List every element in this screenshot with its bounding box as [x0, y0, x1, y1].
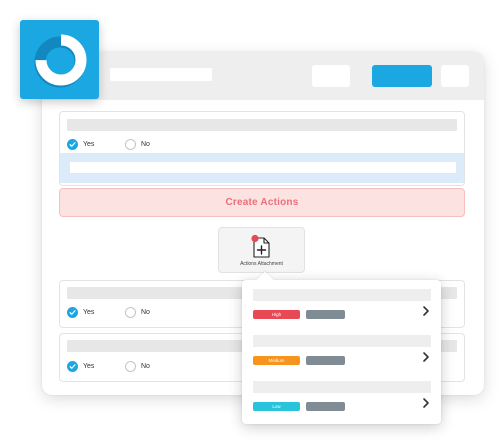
- action-title-placeholder: [253, 289, 431, 301]
- radio-no[interactable]: [125, 307, 136, 318]
- attachment-label: Actions Attachment: [240, 261, 283, 267]
- answer-yes-option[interactable]: Yes: [67, 361, 94, 372]
- actions-attachment-tile[interactable]: Actions Attachment: [218, 227, 305, 273]
- yes-label: Yes: [83, 141, 95, 148]
- top-toolbar: [42, 52, 484, 100]
- check-icon: [69, 310, 76, 315]
- priority-badge-high: High: [253, 310, 300, 319]
- no-label: No: [141, 309, 150, 316]
- title-placeholder: [110, 68, 212, 81]
- priority-badge-medium: Medium: [253, 356, 300, 365]
- question-text-placeholder: [67, 119, 457, 131]
- assignee-tag: [306, 356, 345, 365]
- radio-no[interactable]: [125, 361, 136, 372]
- file-add-icon: [251, 234, 270, 258]
- check-icon: [69, 364, 76, 369]
- chevron-right-icon[interactable]: [422, 305, 430, 317]
- create-actions-button[interactable]: Create Actions: [59, 188, 465, 217]
- toolbar-button-secondary[interactable]: [312, 65, 350, 87]
- answer-yes-option[interactable]: Yes: [67, 139, 94, 150]
- answer-no-option[interactable]: No: [125, 361, 150, 372]
- assignee-tag: [306, 402, 345, 411]
- no-label: No: [141, 141, 150, 148]
- no-label: No: [141, 363, 150, 370]
- notification-badge-icon: [251, 234, 259, 243]
- check-icon: [69, 142, 76, 147]
- priority-option-low[interactable]: Low: [242, 372, 441, 418]
- chevron-right-icon[interactable]: [422, 351, 430, 363]
- radio-yes-checked[interactable]: [67, 139, 78, 150]
- ring-logo-icon: [34, 34, 87, 88]
- note-input[interactable]: [70, 162, 456, 173]
- chevron-right-icon[interactable]: [422, 397, 430, 409]
- priority-menu: High Medium Low: [242, 280, 441, 424]
- yes-label: Yes: [83, 363, 95, 370]
- answer-yes-option[interactable]: Yes: [67, 307, 94, 318]
- priority-option-medium[interactable]: Medium: [242, 326, 441, 372]
- question-card: Yes No: [59, 111, 465, 186]
- radio-yes-checked[interactable]: [67, 307, 78, 318]
- radio-yes-checked[interactable]: [67, 361, 78, 372]
- priority-option-high[interactable]: High: [242, 280, 441, 326]
- action-title-placeholder: [253, 335, 431, 347]
- note-section: [60, 153, 464, 183]
- priority-badge-low: Low: [253, 402, 300, 411]
- toolbar-button-primary[interactable]: [372, 65, 432, 87]
- answer-no-option[interactable]: No: [125, 307, 150, 318]
- answer-no-option[interactable]: No: [125, 139, 150, 150]
- yes-label: Yes: [83, 309, 95, 316]
- create-actions-label: Create Actions: [225, 197, 299, 208]
- toolbar-button-more[interactable]: [441, 65, 469, 87]
- radio-no[interactable]: [125, 139, 136, 150]
- action-title-placeholder: [253, 381, 431, 393]
- app-logo: [20, 20, 99, 99]
- assignee-tag: [306, 310, 345, 319]
